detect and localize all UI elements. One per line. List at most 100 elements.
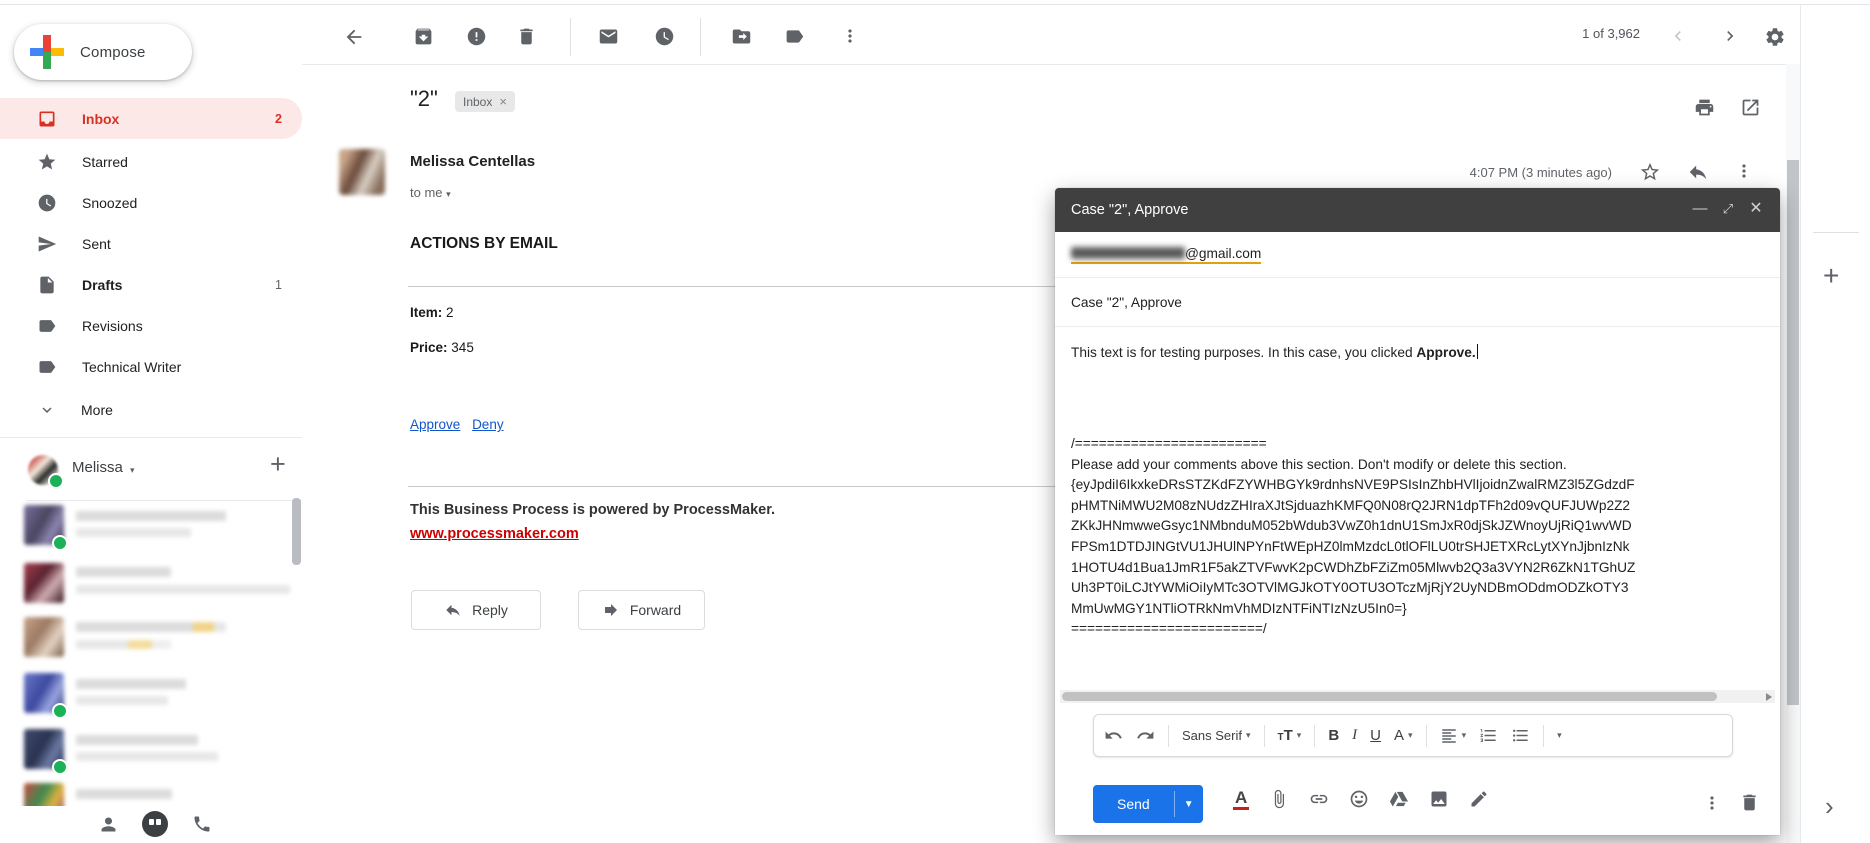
snooze-icon[interactable] <box>654 26 675 47</box>
toolbar-divider <box>700 18 701 56</box>
hangouts-icon[interactable] <box>142 811 168 837</box>
compose-hscrollbar-thumb[interactable] <box>1062 692 1717 701</box>
forward-button[interactable]: Forward <box>578 590 705 630</box>
emoji-icon[interactable] <box>1349 789 1369 809</box>
reply-icon[interactable] <box>1687 161 1709 183</box>
message-heading: ACTIONS BY EMAIL <box>410 235 558 253</box>
attach-file-icon[interactable] <box>1269 789 1289 809</box>
move-to-icon[interactable] <box>731 26 752 47</box>
print-icon[interactable] <box>1694 97 1715 118</box>
delete-icon[interactable] <box>516 26 537 47</box>
minimize-icon[interactable]: — <box>1692 201 1708 217</box>
scroll-right-arrow-icon[interactable] <box>1766 693 1772 701</box>
mark-unread-icon[interactable] <box>598 26 619 47</box>
settings-gear-icon[interactable] <box>1764 26 1786 48</box>
inbox-icon <box>37 109 57 129</box>
list-item[interactable] <box>0 729 300 775</box>
contacts-icon[interactable] <box>98 814 119 835</box>
field-value: 2 <box>446 305 454 320</box>
align-left-icon <box>1440 727 1458 745</box>
approve-link[interactable]: Approve <box>410 417 460 432</box>
open-in-new-icon[interactable] <box>1740 97 1761 118</box>
bold-button[interactable]: B <box>1328 727 1339 744</box>
drive-icon[interactable] <box>1389 789 1409 809</box>
underline-button[interactable]: U <box>1370 727 1381 744</box>
list-item[interactable] <box>0 617 300 663</box>
insert-photo-icon[interactable] <box>1429 789 1449 809</box>
chevron-right-icon[interactable] <box>1720 26 1740 46</box>
list-item[interactable] <box>0 505 300 551</box>
popout-icon[interactable]: ⤢ <box>1720 201 1736 217</box>
text-color-button[interactable]: A▾ <box>1394 727 1413 744</box>
discard-draft-icon[interactable] <box>1739 792 1760 813</box>
main-scrollbar-thumb[interactable] <box>1787 160 1799 705</box>
italic-button[interactable]: I <box>1352 727 1357 744</box>
sidebar-item-technical-writer[interactable]: Technical Writer <box>0 346 302 387</box>
undo-icon[interactable] <box>1104 726 1123 745</box>
to-me-dropdown[interactable]: to me ▾ <box>410 185 451 200</box>
more-formatting-icon[interactable]: ▾ <box>1557 730 1562 741</box>
report-spam-icon[interactable] <box>466 26 487 47</box>
archive-icon[interactable] <box>413 26 434 47</box>
send-icon <box>37 234 57 254</box>
sidebar-item-sent[interactable]: Sent <box>0 223 302 264</box>
chevron-down-icon: ▾ <box>130 465 135 476</box>
formatting-options-icon[interactable]: A <box>1233 788 1249 810</box>
font-family-dropdown[interactable]: Sans Serif▾ <box>1182 728 1251 743</box>
phone-icon[interactable] <box>192 814 212 834</box>
main-scrollbar-track[interactable] <box>1786 64 1800 843</box>
processmaker-link[interactable]: www.processmaker.com <box>410 526 579 542</box>
compose-subject-field[interactable]: Case "2", Approve <box>1055 278 1780 327</box>
font-size-dropdown[interactable]: TT▾ <box>1278 727 1302 744</box>
bulleted-list-icon[interactable] <box>1511 726 1530 745</box>
list-item[interactable] <box>0 563 300 609</box>
reply-icon <box>444 601 462 619</box>
formatting-label: A <box>1235 788 1247 807</box>
body-bold-text: Approve. <box>1416 345 1475 360</box>
inbox-count-badge: 2 <box>275 112 282 126</box>
sidebar-item-more[interactable]: More <box>0 389 302 430</box>
signature-pen-icon[interactable] <box>1469 789 1489 809</box>
chat-profile-row[interactable]: Melissa ▾ + <box>0 451 302 493</box>
deny-link[interactable]: Deny <box>472 417 504 432</box>
reply-button[interactable]: Reply <box>411 590 541 630</box>
align-dropdown[interactable]: ▾ <box>1440 727 1467 745</box>
sidebar-item-starred[interactable]: Starred <box>0 141 302 182</box>
send-options-arrow[interactable]: ▼ <box>1175 785 1203 823</box>
compose-button[interactable]: Compose <box>14 24 192 80</box>
back-icon[interactable] <box>343 26 365 48</box>
more-options-icon[interactable] <box>1702 793 1722 813</box>
list-item[interactable] <box>0 673 300 719</box>
star-outline-icon[interactable] <box>1639 161 1661 183</box>
compose-body[interactable]: This text is for testing purposes. In th… <box>1071 343 1764 363</box>
sidebar-item-snoozed[interactable]: Snoozed <box>0 182 302 223</box>
compose-titlebar[interactable]: Case "2", Approve <box>1055 188 1780 232</box>
more-icon[interactable] <box>840 26 860 46</box>
numbered-list-icon[interactable] <box>1479 726 1498 745</box>
recipient-field[interactable]: @gmail.com <box>1055 232 1780 278</box>
chip-close-icon[interactable]: × <box>499 94 507 109</box>
sidebar-item-inbox[interactable]: Inbox 2 <box>0 98 302 139</box>
compose-token-section[interactable]: /======================== Please add you… <box>1071 434 1651 640</box>
sidebar-item-drafts[interactable]: Drafts 1 <box>0 264 302 305</box>
chevron-left-icon[interactable] <box>1668 26 1688 46</box>
token-note: Please add your comments above this sect… <box>1071 455 1651 476</box>
sidebar-scrollbar-thumb[interactable] <box>292 498 301 565</box>
redo-icon[interactable] <box>1136 726 1155 745</box>
insert-link-icon[interactable] <box>1309 789 1329 809</box>
token-separator-open: /======================== <box>1071 434 1651 455</box>
label-chip-inbox[interactable]: Inbox × <box>455 91 515 112</box>
label-icon[interactable] <box>784 26 805 47</box>
send-button[interactable]: Send ▼ <box>1093 785 1203 823</box>
sidebar-item-revisions[interactable]: Revisions <box>0 305 302 346</box>
text-color-label: A <box>1394 727 1404 744</box>
compose-hscrollbar-track[interactable] <box>1060 690 1775 703</box>
close-icon[interactable]: ✕ <box>1748 201 1764 217</box>
avatar <box>24 563 64 603</box>
more-icon[interactable] <box>1734 161 1754 181</box>
text-cursor <box>1477 344 1479 359</box>
add-contact-button[interactable]: + <box>270 449 286 480</box>
get-addons-icon[interactable]: + <box>1823 260 1839 292</box>
side-panel-expand-chevron[interactable]: › <box>1825 793 1834 819</box>
formatting-toolbar: Sans Serif▾ TT▾ B I U A▾ ▾ ▾ <box>1093 714 1733 757</box>
